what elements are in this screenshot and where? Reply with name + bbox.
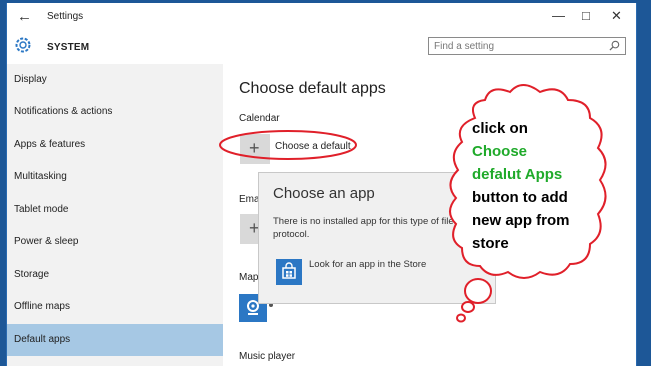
sidebar-item-default-apps[interactable]: Default apps bbox=[7, 324, 223, 356]
page-header: SYSTEM Find a setting bbox=[7, 32, 636, 64]
back-arrow-icon[interactable]: ← bbox=[17, 8, 32, 25]
annotation-line-4: button to add bbox=[472, 189, 568, 206]
annotation-line-1: click on bbox=[472, 120, 528, 137]
calendar-label: Calendar bbox=[239, 113, 280, 124]
sidebar-item-notifications[interactable]: Notifications & actions bbox=[7, 96, 223, 128]
sidebar-item-label: Apps & features bbox=[14, 139, 86, 150]
music-player-label: Music player bbox=[239, 351, 296, 362]
popup-message: There is no installed app for this type … bbox=[273, 216, 465, 240]
sidebar: Display Notifications & actions Apps & f… bbox=[7, 64, 223, 366]
shopping-bag-icon bbox=[282, 262, 296, 279]
gear-icon bbox=[15, 37, 31, 53]
close-button[interactable]: ✕ bbox=[611, 8, 622, 24]
sidebar-item-label: Multitasking bbox=[14, 171, 67, 182]
search-placeholder: Find a setting bbox=[434, 41, 495, 52]
search-icon[interactable] bbox=[609, 40, 620, 51]
plus-icon: + bbox=[249, 138, 260, 158]
section-title: SYSTEM bbox=[47, 42, 90, 53]
annotation-line-2: Choose bbox=[472, 143, 528, 160]
annotation-line-3: defalut Apps bbox=[472, 166, 563, 183]
annotation-line-6: store bbox=[472, 235, 509, 252]
sidebar-item-multitasking[interactable]: Multitasking bbox=[7, 161, 223, 193]
choose-app-popup: Choose an app There is no installed app … bbox=[258, 172, 496, 304]
sidebar-item-power-sleep[interactable]: Power & sleep bbox=[7, 226, 223, 258]
maximize-button[interactable]: □ bbox=[582, 8, 590, 23]
sidebar-item-label: Power & sleep bbox=[14, 236, 79, 247]
sidebar-item-label: Storage bbox=[14, 269, 50, 280]
store-icon[interactable] bbox=[276, 259, 302, 285]
sidebar-item-label: Notifications & actions bbox=[14, 106, 113, 117]
sidebar-item-label: Offline maps bbox=[14, 301, 70, 312]
popup-title: Choose an app bbox=[273, 185, 375, 202]
page-title: Choose default apps bbox=[239, 80, 386, 97]
annotation-line-5: new app from bbox=[472, 212, 570, 229]
minimize-button[interactable]: — bbox=[552, 8, 565, 23]
search-input[interactable]: Find a setting bbox=[428, 37, 626, 55]
window-title: Settings bbox=[47, 11, 84, 22]
sidebar-item-storage[interactable]: Storage bbox=[7, 259, 223, 291]
sidebar-item-label: Tablet mode bbox=[14, 204, 69, 215]
sidebar-item-label: Default apps bbox=[14, 334, 71, 345]
sidebar-item-tablet-mode[interactable]: Tablet mode bbox=[7, 194, 223, 226]
sidebar-item-display[interactable]: Display bbox=[7, 64, 223, 96]
choose-default-label[interactable]: Choose a default bbox=[275, 141, 351, 152]
store-link[interactable]: Look for an app in the Store bbox=[309, 259, 426, 270]
sidebar-item-offline-maps[interactable]: Offline maps bbox=[7, 291, 223, 323]
sidebar-item-apps-features[interactable]: Apps & features bbox=[7, 129, 223, 161]
title-bar: ← Settings — □ ✕ bbox=[7, 3, 636, 32]
sidebar-item-label: Display bbox=[14, 74, 47, 85]
calendar-choose-default-button[interactable]: + bbox=[240, 134, 270, 164]
